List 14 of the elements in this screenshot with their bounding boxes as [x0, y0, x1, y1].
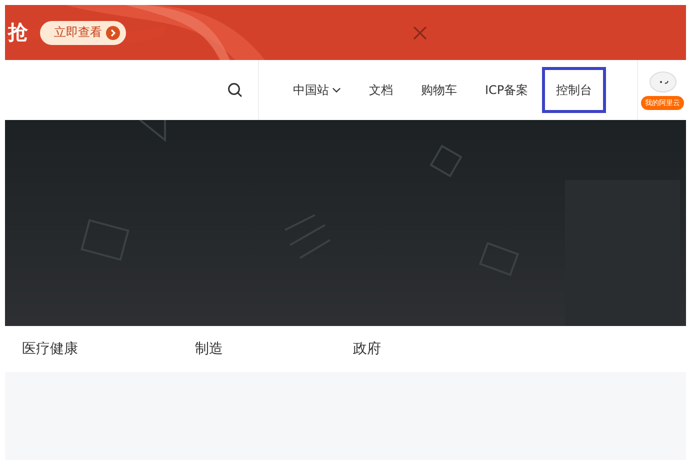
cloud-mascot-icon[interactable] — [648, 70, 678, 94]
industry-link[interactable]: 医疗健康 — [22, 340, 78, 358]
banner-title: 抢 — [8, 19, 28, 46]
view-now-button[interactable]: 立即查看 — [40, 20, 126, 44]
industry-link[interactable]: 制造 — [195, 340, 223, 358]
close-icon[interactable] — [413, 26, 427, 40]
nav-link[interactable]: 购物车 — [407, 67, 471, 113]
nav-link[interactable]: 控制台 — [542, 67, 606, 113]
chevron-right-icon — [106, 26, 120, 40]
industry-link[interactable]: 政府 — [353, 340, 381, 358]
nav-link[interactable]: 文档 — [355, 67, 407, 113]
nav-link[interactable]: 中国站 — [279, 67, 355, 113]
search-icon[interactable] — [227, 82, 243, 98]
nav-link[interactable]: ICP备案 — [471, 67, 542, 113]
